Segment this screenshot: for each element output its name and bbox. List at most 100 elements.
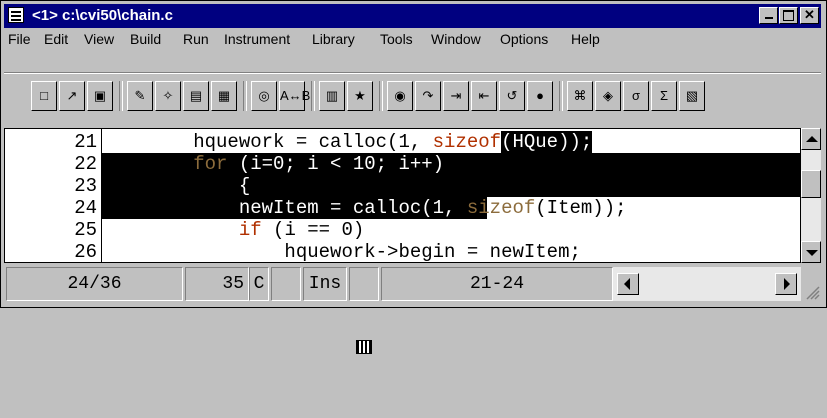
project-button[interactable]: ▤ [183,81,209,111]
code-line[interactable]: hquework->begin = newItem; [102,241,800,262]
save-disk-button[interactable]: ▣ [87,81,113,111]
code-line[interactable]: for (i=0; i < 10; i++) [102,153,800,175]
run-icon: ★ [354,88,366,103]
window-button[interactable]: ▦ [211,81,237,111]
open-folder-button[interactable]: ↗ [59,81,85,111]
terminate-button[interactable]: ● [527,81,553,111]
step-over-icon: ⇥ [450,88,462,103]
find-binoculars-button[interactable]: ◎ [251,81,277,111]
menu-run[interactable]: Run [183,30,209,48]
save-disk-icon: ▣ [93,88,107,103]
clipboard-icon: ▧ [685,88,699,103]
toolbar-divider [4,72,821,74]
code-token: (Item)); [535,197,627,219]
maximize-icon [783,10,794,21]
title-bar[interactable]: <1> c:\cvi50\chain.c ✕ [4,4,821,28]
go-button[interactable]: ◉ [387,81,413,111]
scroll-right-button[interactable] [775,273,797,295]
build-button[interactable]: ▥ [319,81,345,111]
horizontal-scrollbar[interactable] [613,267,801,301]
menu-view[interactable]: View [84,30,114,48]
column-number: 35 [185,267,249,301]
code-line[interactable]: newItem = calloc(1, sizeof(Item)); [102,197,800,219]
watch-button[interactable]: ⌘ [567,81,593,111]
expression-button[interactable]: Σ [651,81,677,111]
document-icon[interactable] [8,7,24,23]
toolbar-separator [559,81,563,111]
line-number: 26 [74,241,97,263]
code-line[interactable]: hquework = calloc(1, sizeof(HQue)); [102,131,800,153]
watch-icon: ⌘ [573,88,587,103]
menu-library[interactable]: Library [312,30,355,48]
minimize-icon [764,17,773,19]
code-token: (i == 0) [261,219,365,241]
build-icon: ▥ [325,88,339,103]
minimize-button[interactable] [759,7,778,24]
finish-function-icon: ↺ [506,88,518,103]
arrow-down-icon [806,250,818,256]
code-token: sizeof [466,197,536,219]
line-number: 23 [74,175,97,197]
menu-tools[interactable]: Tools [380,30,413,48]
keyboard-icon [349,267,379,354]
step-into-icon: ↷ [422,88,434,103]
open-folder-icon: ↗ [66,88,78,103]
find-replace-button[interactable]: A↔B [279,81,310,111]
code-window: <1> c:\cvi50\chain.c ✕ File Edit View Bu… [0,0,827,354]
line-number: 24 [74,197,97,219]
edit-panel-button[interactable]: ✎ [127,81,153,111]
breakpoint-icon: ◈ [603,88,613,103]
find-replace-icon: A↔B [280,88,311,103]
readonly-indicator [271,267,301,301]
code-line[interactable]: if (i == 0) [102,219,800,241]
line-number: 25 [74,219,97,241]
menu-help[interactable]: Help [571,30,600,48]
menu-build[interactable]: Build [130,30,161,48]
vertical-scrollbar[interactable] [801,128,821,263]
code-token: newItem = calloc(1, [102,197,467,219]
recall-function-button[interactable]: ✧ [155,81,181,111]
breakpoint-button[interactable]: ◈ [595,81,621,111]
finish-function-button[interactable]: ↺ [499,81,525,111]
recall-function-icon: ✧ [162,88,174,103]
menu-options[interactable]: Options [500,30,548,48]
selection-range: 21-24 [381,267,613,301]
new-file-button[interactable]: □ [31,81,57,111]
maximize-button[interactable] [779,7,798,24]
scroll-thumb[interactable] [801,170,821,198]
step-out-button[interactable]: ⇤ [471,81,497,111]
window-title: <1> c:\cvi50\chain.c [32,7,173,24]
scroll-up-button[interactable] [801,128,821,150]
scroll-down-button[interactable] [801,241,821,263]
menu-edit[interactable]: Edit [44,30,68,48]
terminate-icon: ● [536,88,544,103]
arrow-up-icon [806,136,818,142]
toolbar-separator [243,81,247,111]
scroll-left-button[interactable] [617,273,639,295]
source-editor[interactable]: 21 22 23 24 25 26 hquework = calloc(1, sizeof… [4,128,801,263]
resize-grip-icon[interactable] [801,267,821,301]
run-button[interactable]: ★ [347,81,373,111]
toolbar-separator [311,81,315,111]
menu-instrument[interactable]: Instrument [224,30,290,48]
menu-window[interactable]: Window [431,30,481,48]
close-button[interactable]: ✕ [800,7,819,24]
code-line[interactable]: { [102,175,800,197]
step-into-button[interactable]: ↷ [415,81,441,111]
project-icon: ▤ [189,88,203,103]
line-position: 24/36 [6,267,183,301]
variables-button[interactable]: σ [623,81,649,111]
menu-bar: File Edit View Build Run Instrument Libr… [4,28,821,50]
menu-file[interactable]: File [8,30,31,48]
step-over-button[interactable]: ⇥ [443,81,469,111]
variables-icon: σ [631,88,641,103]
clipboard-button[interactable]: ▧ [679,81,705,111]
code-token: hquework = calloc(1, [102,131,433,153]
arrow-right-icon [784,278,790,290]
find-binoculars-icon: ◎ [258,88,270,103]
go-icon: ◉ [394,88,406,103]
toolbar-separator [119,81,123,111]
code-token: if [238,219,262,241]
mode-c-indicator: C [249,267,269,301]
code-token: for [102,153,228,175]
